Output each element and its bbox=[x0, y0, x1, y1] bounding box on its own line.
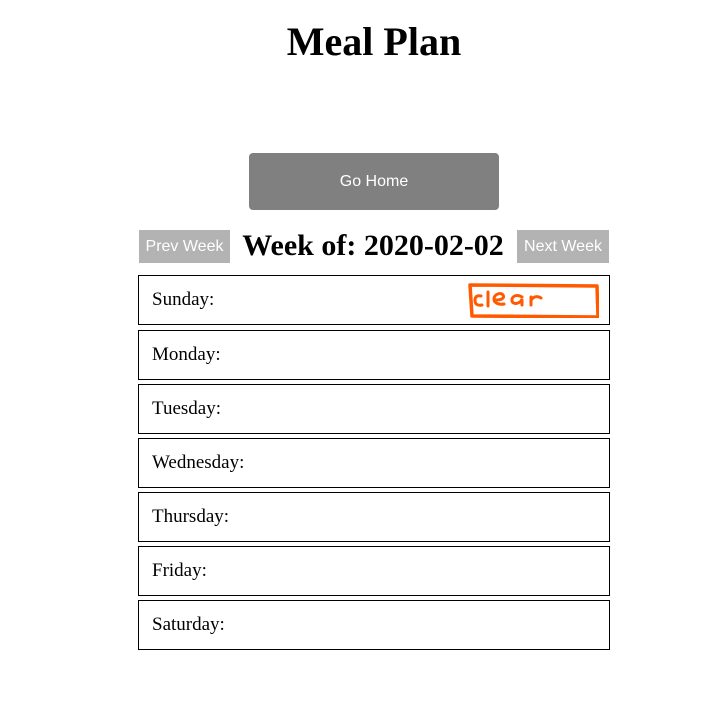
day-row-monday[interactable]: Monday: bbox=[138, 330, 610, 380]
day-row-tuesday[interactable]: Tuesday: bbox=[138, 384, 610, 434]
clear-letter-e bbox=[492, 292, 506, 306]
day-label: Wednesday: bbox=[152, 452, 245, 473]
day-row-saturday[interactable]: Saturday: bbox=[138, 600, 610, 650]
clear-letter-c bbox=[473, 294, 484, 307]
week-heading: Week of: 2020-02-02 bbox=[242, 229, 504, 262]
day-row-wednesday[interactable]: Wednesday: bbox=[138, 438, 610, 488]
day-label: Saturday: bbox=[152, 614, 225, 635]
clear-button[interactable]: clear bbox=[467, 282, 599, 318]
page-title: Meal Plan bbox=[286, 19, 462, 64]
clear-letter-r bbox=[529, 295, 543, 307]
week-navigation: Prev Week Week of: 2020-02-02 Next Week bbox=[139, 229, 609, 264]
day-row-thursday[interactable]: Thursday: bbox=[138, 492, 610, 542]
day-label: Sunday: bbox=[152, 289, 215, 310]
day-label: Friday: bbox=[152, 560, 207, 581]
day-label: Thursday: bbox=[152, 506, 230, 527]
day-list: Sunday: clear Monday: Tuesday: Wednesday… bbox=[138, 275, 610, 654]
day-label: Monday: bbox=[152, 344, 221, 365]
go-home-button[interactable]: Go Home bbox=[249, 153, 499, 210]
clear-letter-a bbox=[510, 294, 524, 307]
day-row-friday[interactable]: Friday: bbox=[138, 546, 610, 596]
prev-week-button[interactable]: Prev Week bbox=[139, 230, 230, 263]
next-week-button[interactable]: Next Week bbox=[517, 230, 609, 263]
day-label: Tuesday: bbox=[152, 398, 221, 419]
day-row-sunday[interactable]: Sunday: clear bbox=[138, 275, 610, 325]
